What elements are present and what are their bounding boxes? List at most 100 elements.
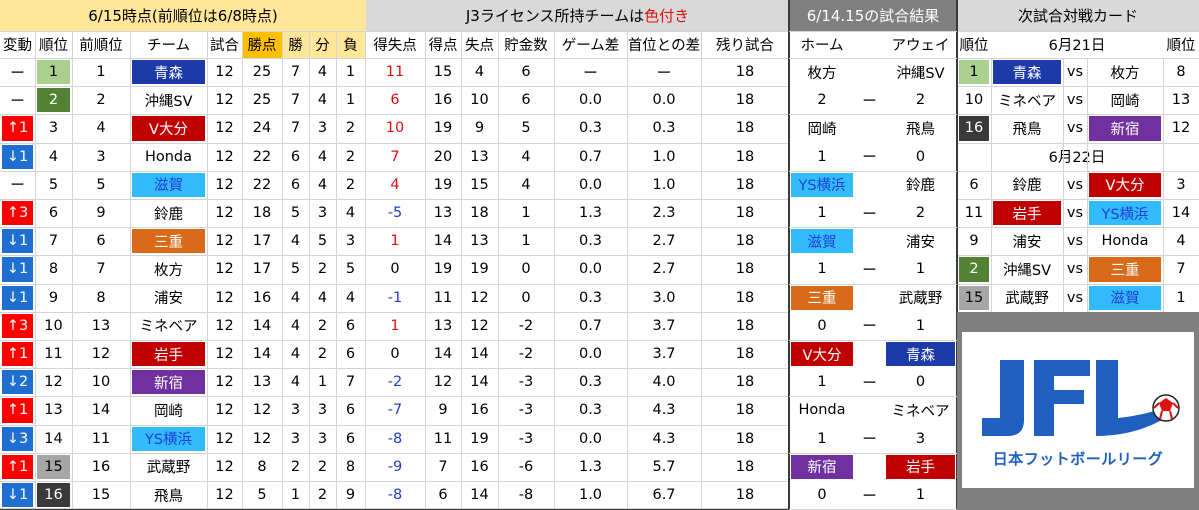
draws: 2 — [317, 261, 328, 278]
row-divider — [789, 171, 957, 172]
goals-for: 15 — [433, 64, 453, 81]
goal-difference: 10 — [385, 120, 405, 137]
column-header-points: 勝点 — [247, 38, 277, 54]
next-away-team: YS横浜 — [1089, 201, 1161, 226]
row-divider — [0, 86, 789, 87]
next-vs: vs — [1066, 261, 1084, 278]
next-away-rank: 3 — [1176, 176, 1186, 193]
next-away-rank: 14 — [1171, 205, 1191, 222]
standings-title: 6/15時点(前順位は6/8時点) — [88, 7, 278, 25]
previous-rank: 3 — [96, 148, 106, 165]
team-name: 浦安 — [154, 291, 183, 308]
result-away-score: 3 — [915, 430, 926, 447]
win-loss-savings: 6 — [521, 64, 531, 81]
gap-to-leader: 3.7 — [652, 317, 676, 334]
column-divider — [627, 31, 628, 510]
games-behind: ー — [583, 65, 598, 82]
goals-for: 14 — [433, 233, 453, 250]
matches-played: 12 — [215, 487, 234, 504]
goal-difference: 11 — [385, 64, 405, 81]
row-divider — [789, 58, 957, 59]
win-loss-savings: 1 — [521, 205, 531, 222]
points: 22 — [252, 176, 272, 193]
win-loss-savings: 4 — [521, 176, 531, 193]
team-name: ミネベア — [139, 319, 198, 336]
next-home-team: ミネベア — [998, 93, 1056, 110]
draws: 3 — [317, 430, 328, 447]
rank: 9 — [48, 289, 59, 306]
result-away-team: 浦安 — [906, 234, 935, 251]
column-header-win: 勝 — [288, 38, 303, 54]
losses: 9 — [345, 487, 356, 504]
matches-played: 12 — [215, 346, 234, 363]
column-divider — [1163, 58, 1164, 312]
remaining-matches: 18 — [735, 233, 755, 250]
matches-played: 12 — [215, 402, 234, 419]
goals-against: 16 — [470, 402, 489, 419]
games-behind: 1.3 — [578, 458, 603, 475]
column-header-rank: 順位 — [39, 38, 68, 54]
wins: 5 — [290, 205, 301, 222]
next-home-rank: 6 — [969, 176, 979, 193]
draws: 2 — [317, 487, 328, 504]
draws: 5 — [317, 233, 328, 250]
column-divider — [991, 58, 992, 312]
result-home-team: YS横浜 — [791, 172, 853, 197]
next-vs: vs — [1066, 176, 1084, 193]
result-home-team: 枚方 — [807, 65, 837, 82]
next-home-team: 飛鳥 — [1012, 121, 1042, 138]
games-behind: 0.3 — [578, 120, 603, 137]
goals-for: 19 — [433, 176, 453, 193]
goals-for: 11 — [433, 430, 453, 447]
gap-to-leader: 6.7 — [652, 487, 676, 504]
goals-against: 12 — [470, 289, 489, 306]
points: 22 — [252, 148, 272, 165]
row-divider — [0, 255, 789, 256]
goals-for: 13 — [433, 205, 453, 222]
games-behind: 0.0 — [578, 261, 603, 278]
draws: 2 — [317, 317, 328, 334]
result-away-score: 0 — [915, 148, 926, 165]
goals-for: 12 — [433, 374, 453, 391]
row-divider — [957, 31, 1199, 32]
previous-rank: 6 — [96, 233, 106, 250]
next-vs: vs — [1066, 233, 1084, 250]
next-date-1: 6月21日 — [1048, 38, 1106, 54]
win-loss-savings: -2 — [518, 346, 534, 363]
result-home-score: 0 — [817, 317, 827, 334]
matches-played: 12 — [215, 317, 234, 334]
games-behind: 0.7 — [578, 317, 603, 334]
result-home-team: Honda — [798, 402, 846, 419]
gap-to-leader: 3.0 — [652, 289, 676, 306]
previous-rank: 4 — [96, 120, 106, 137]
previous-rank: 10 — [91, 374, 111, 391]
result-away-score: 2 — [915, 92, 926, 109]
next-vs: vs — [1066, 64, 1084, 81]
row-divider — [0, 31, 789, 32]
column-divider — [1087, 58, 1088, 312]
section-divider — [788, 0, 790, 510]
losses: 6 — [345, 430, 356, 447]
win-loss-savings: 1 — [521, 233, 531, 250]
losses: 6 — [345, 402, 356, 419]
gap-to-leader: 0.0 — [652, 92, 676, 109]
next-home-team: 岩手 — [993, 201, 1061, 226]
losses: 1 — [345, 64, 356, 81]
remaining-matches: 18 — [735, 261, 755, 278]
result-home-score: 1 — [817, 261, 827, 278]
gap-to-leader: 1.0 — [652, 176, 676, 193]
matches-played: 12 — [215, 64, 234, 81]
rank-change: ↑3 — [2, 313, 33, 338]
matches-played: 12 — [215, 233, 234, 250]
column-divider — [554, 31, 555, 510]
column-header-prev_rank: 前順位 — [79, 38, 123, 54]
previous-rank: 14 — [91, 402, 111, 419]
row-divider — [0, 171, 789, 172]
remaining-matches: 18 — [735, 487, 755, 504]
row-divider — [0, 368, 789, 369]
points: 16 — [252, 289, 272, 306]
goals-against: 9 — [474, 120, 485, 137]
games-behind: 0.3 — [578, 289, 603, 306]
result-separator: ー — [862, 150, 877, 167]
goals-against: 10 — [470, 92, 489, 109]
